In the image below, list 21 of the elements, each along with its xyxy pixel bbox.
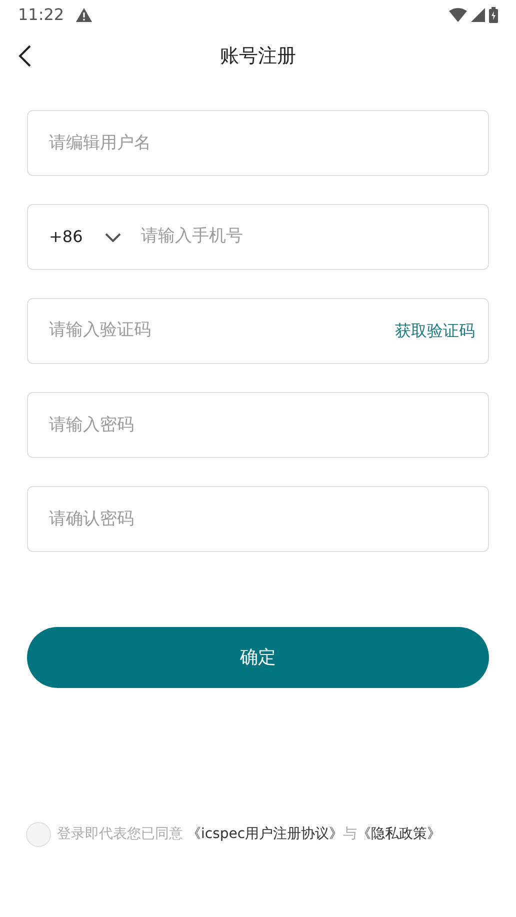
back-icon[interactable] [18, 45, 32, 67]
confirm-button[interactable]: 确定 [27, 627, 489, 688]
privacy-link[interactable]: 《隐私政策》 [357, 824, 442, 845]
agreement-text: 登录即代表您已同意 [57, 825, 183, 844]
input-field[interactable]: +86 请输入手机号 [27, 204, 489, 270]
input-field[interactable]: 请输入密码 [27, 392, 489, 458]
signal-icon [471, 8, 485, 22]
page-title: 账号注册 [220, 44, 296, 69]
battery-icon [489, 7, 498, 23]
chevron-down-icon[interactable] [105, 232, 121, 242]
input-field[interactable]: 请确认密码 [27, 486, 489, 552]
agree-checkbox[interactable] [26, 822, 51, 847]
wifi-icon [449, 8, 467, 22]
terms-link[interactable]: 《icspec用户注册协议》 [187, 824, 344, 845]
input-field[interactable]: 请输入验证码 获取验证码 [27, 298, 489, 364]
warning-icon [76, 8, 92, 22]
get-code-button[interactable]: 获取验证码 [395, 319, 475, 343]
status-time: 11:22 [18, 4, 64, 26]
country-code[interactable]: +86 [49, 225, 105, 249]
input-field[interactable]: 请编辑用户名 [27, 110, 489, 176]
conjunction-text: 与 [343, 825, 358, 844]
